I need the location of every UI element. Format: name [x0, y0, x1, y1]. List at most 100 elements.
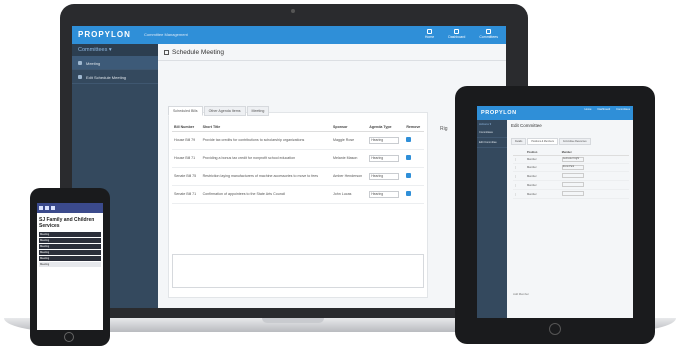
- laptop-notch: [262, 318, 324, 323]
- tablet-nav-dashboard[interactable]: Dashboard: [597, 108, 610, 111]
- short-title: Provide tax credits for contributions to…: [200, 131, 331, 150]
- notes-textarea[interactable]: [172, 254, 424, 288]
- column-header[interactable]: Bill Number: [172, 124, 201, 132]
- position: Member: [526, 155, 561, 164]
- table-row: House Bill 71 Providing a bonus tax cred…: [172, 149, 424, 168]
- nav-dashboard[interactable]: Dashboard: [448, 29, 465, 39]
- member-field[interactable]: Gertrude Knight: [561, 157, 584, 162]
- bill-number: House Bill 79: [172, 131, 201, 150]
- column-header[interactable]: Short Title: [200, 124, 331, 132]
- tablet-nav-label: Home: [584, 108, 592, 111]
- tablet-sidebar-item-edit[interactable]: Edit Committee: [477, 138, 507, 148]
- tab-scheduled-bills[interactable]: Scheduled Bills: [168, 106, 203, 116]
- home-button-icon: [549, 323, 561, 335]
- short-title: Providing a bonus tax credit for nonprof…: [200, 149, 331, 168]
- sidebar-item-edit-schedule[interactable]: Edit Schedule Meeting: [72, 70, 158, 84]
- members-table: Position Member ⋮ Member Gertrude Knight ⋮…: [513, 150, 629, 199]
- camera-icon: [291, 9, 295, 13]
- member-field[interactable]: [561, 191, 584, 196]
- bill-number: House Bill 71: [172, 149, 201, 168]
- agenda-type-select[interactable]: Hearing: [369, 136, 400, 144]
- table-row: Senate Bill 71 Confirmation of appointee…: [172, 185, 424, 204]
- tab-bar: Scheduled Bills Other Agenda Items Meeti…: [168, 106, 270, 116]
- tablet-sidebar-item-committees[interactable]: Committees: [477, 128, 507, 138]
- member-field[interactable]: [561, 173, 584, 178]
- nav-committees[interactable]: Committees: [479, 29, 498, 39]
- phone-screen: SJ Family and Children Services Meeting …: [37, 203, 103, 330]
- list-item[interactable]: Meeting: [39, 244, 101, 249]
- tab-details[interactable]: Details: [511, 138, 527, 145]
- list-item[interactable]: Meeting: [39, 232, 101, 237]
- right-column-label: Rig: [440, 126, 448, 132]
- table-row: Senate Bill 75 Restriction laying manufa…: [172, 167, 424, 186]
- tab-other-agenda-items[interactable]: Other Agenda Items: [203, 106, 246, 116]
- tab-committee-resources[interactable]: Committee Resources: [558, 138, 591, 145]
- top-navigation: Home Dashboard Committees: [425, 29, 498, 39]
- row-handle-icon[interactable]: ⋮: [513, 180, 527, 190]
- app-header: PROPYLON Committee Management Home Dashb…: [72, 26, 506, 44]
- page-title: Schedule Meeting: [164, 49, 224, 56]
- sidebar-item-meeting[interactable]: Meeting: [72, 56, 158, 70]
- sponsor: Maggie Rose: [331, 131, 368, 150]
- position: Member: [526, 171, 561, 181]
- sponsor: Melanie Mason: [331, 149, 368, 168]
- remove-icon[interactable]: [406, 173, 412, 178]
- list-item[interactable]: Meeting: [39, 238, 101, 243]
- tablet-nav-label: Committees: [616, 108, 630, 111]
- sidebar-item-label: Edit Schedule Meeting: [86, 75, 127, 80]
- table-row: ⋮ Member: [513, 171, 629, 181]
- remove-icon[interactable]: [406, 191, 412, 196]
- list-item[interactable]: Meeting: [39, 256, 101, 261]
- nav-home[interactable]: Home: [425, 29, 434, 39]
- tablet-nav-label: Dashboard: [597, 108, 611, 111]
- position: Member: [526, 180, 561, 190]
- tablet-nav-committees[interactable]: Committees: [616, 108, 630, 111]
- remove-icon[interactable]: [406, 137, 412, 142]
- column-header[interactable]: Sponsor: [331, 124, 368, 132]
- list-item[interactable]: Meeting: [39, 250, 101, 255]
- dashboard-icon: [454, 29, 460, 34]
- user-icon[interactable]: [51, 206, 55, 210]
- row-handle-icon[interactable]: ⋮: [513, 189, 527, 199]
- committees-icon: [486, 29, 492, 34]
- calendar-icon: [78, 61, 82, 65]
- position: Member: [526, 163, 561, 172]
- page-title-text: Schedule Meeting: [172, 49, 225, 56]
- table-row: ⋮ Member: [513, 180, 629, 190]
- home-icon[interactable]: [45, 206, 49, 210]
- table-row: ⋮ Member Rocio Park: [513, 163, 629, 172]
- member-field[interactable]: [561, 182, 584, 187]
- table-row: ⋮ Member: [513, 189, 629, 199]
- short-title: Confirmation of appointees to the State …: [200, 185, 331, 204]
- row-handle-icon[interactable]: ⋮: [513, 171, 527, 181]
- bill-number: Senate Bill 71: [172, 185, 201, 204]
- tablet-nav-home[interactable]: Home: [585, 108, 592, 111]
- column-header[interactable]: Agenda Type: [367, 124, 405, 132]
- menu-icon[interactable]: [39, 206, 43, 210]
- agenda-type-select[interactable]: Hearing: [369, 154, 400, 162]
- bill-number: Senate Bill 75: [172, 167, 201, 186]
- sidebar-heading[interactable]: Committees ▾: [72, 44, 158, 56]
- column-header[interactable]: Remove: [404, 124, 424, 132]
- tablet-screen: PROPYLON Home Dashboard Committees Actio…: [477, 106, 633, 318]
- short-title: Restriction laying manufacturers of mach…: [200, 167, 331, 186]
- list-item[interactable]: Meeting: [39, 262, 101, 267]
- tablet-sidebar: Actions ▾ Committees Edit Committee: [477, 120, 507, 318]
- tablet-tab-bar: Details Positions & Members Committee Re…: [511, 138, 591, 145]
- add-member-link[interactable]: Add Member: [513, 292, 529, 296]
- tablet-sidebar-heading[interactable]: Actions ▾: [477, 120, 507, 128]
- home-icon: [427, 29, 433, 34]
- sidebar-item-label: Meeting: [86, 61, 101, 66]
- row-handle-icon[interactable]: ⋮: [513, 163, 527, 172]
- agenda-type-select[interactable]: Hearing: [369, 172, 400, 180]
- grid-icon: [164, 50, 169, 55]
- tab-meeting[interactable]: Meeting: [246, 106, 270, 116]
- remove-icon[interactable]: [406, 155, 412, 160]
- tab-positions-members[interactable]: Positions & Members: [527, 138, 558, 145]
- phone-header: [37, 203, 103, 213]
- edit-icon: [78, 75, 82, 79]
- main-content: Schedule Meeting Scheduled Bills Other A…: [158, 44, 506, 308]
- member-field[interactable]: Rocio Park: [561, 165, 584, 170]
- agenda-type-select[interactable]: Hearing: [369, 190, 400, 198]
- row-handle-icon[interactable]: ⋮: [513, 155, 527, 164]
